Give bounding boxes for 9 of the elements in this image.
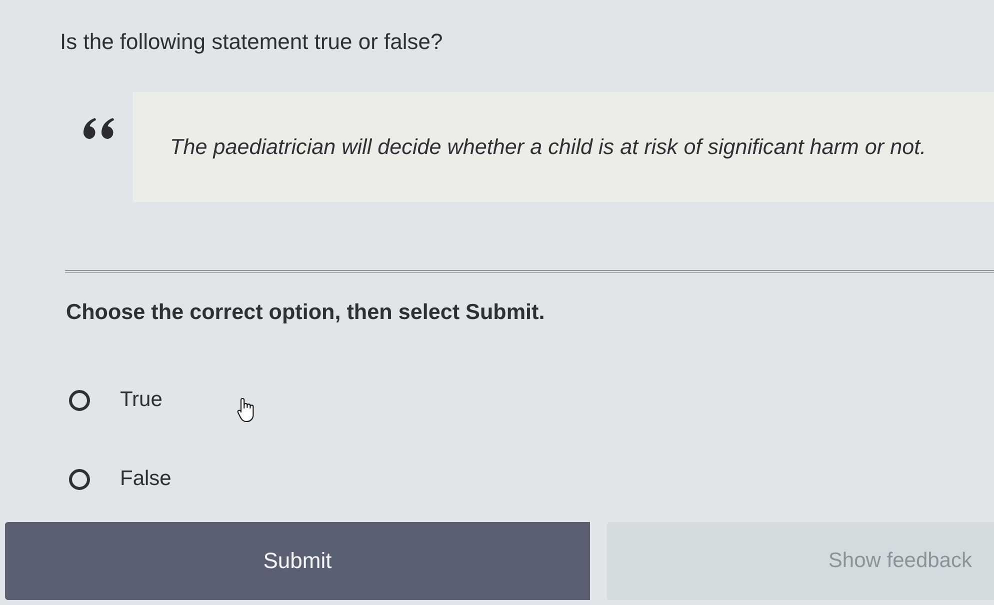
option-label[interactable]: True [120, 387, 162, 413]
question-prompt: Is the following statement true or false? [60, 28, 443, 56]
radio-button[interactable] [69, 468, 90, 490]
option-label[interactable]: False [120, 466, 172, 492]
radio-button[interactable] [69, 390, 90, 410]
submit-button[interactable]: Submit [5, 522, 590, 600]
instruction-text: Choose the correct option, then select Submit. [66, 299, 545, 325]
quote-icon [83, 118, 117, 139]
statement-text: The paediatrician will decide whether a child is at risk of significant harm or not. [170, 133, 926, 161]
